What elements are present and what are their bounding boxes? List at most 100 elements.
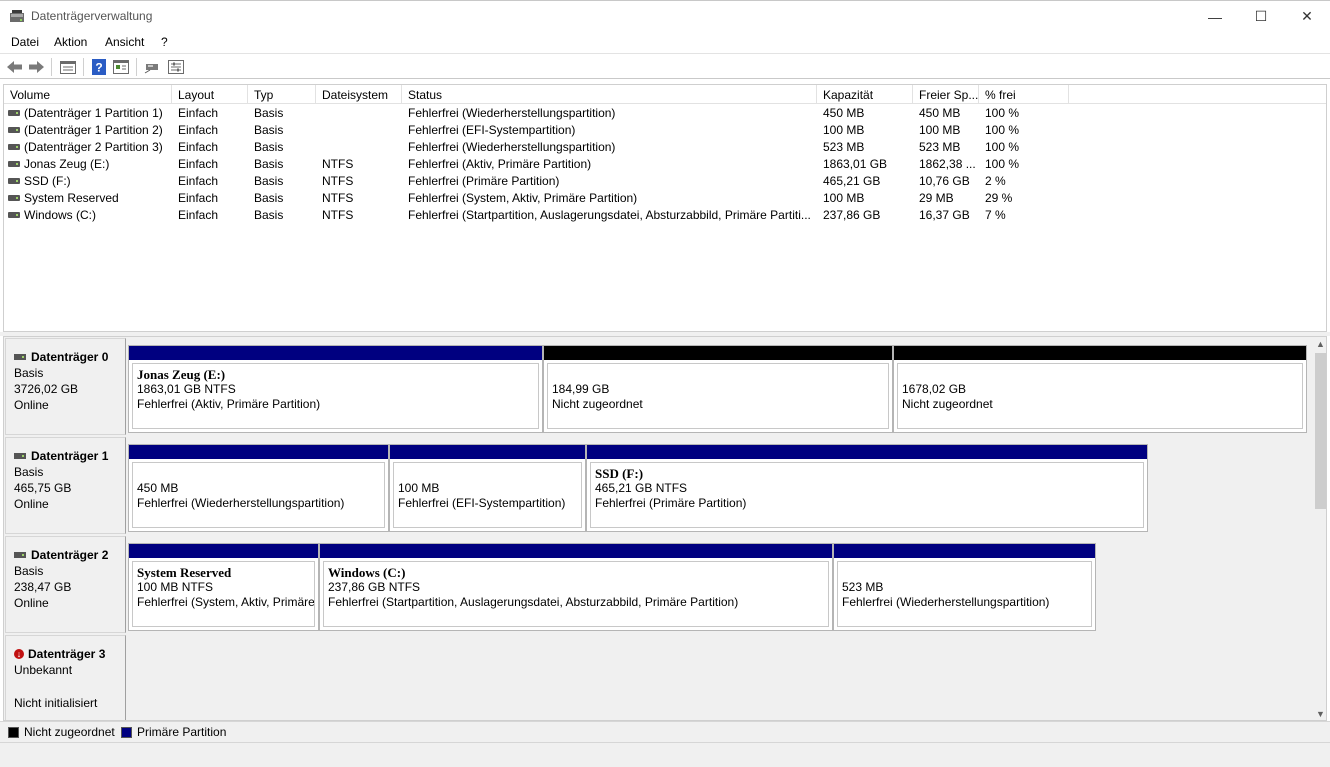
partition-details: 1678,02 GB Nicht zugeordnet [897,363,1303,429]
disk-label[interactable]: Datenträger 2 Basis 238,47 GB Online [5,536,126,633]
back-arrow-icon [6,61,22,73]
volume-cell-typ: Basis [254,140,284,154]
column-header-layout[interactable]: Layout [172,85,248,104]
disk-size: 465,75 GB [14,481,72,495]
column-header-status[interactable]: Status [402,85,817,104]
menu-ansicht[interactable]: Ansicht [105,35,144,49]
connect-icon [144,64,158,74]
partition-size: 465,21 GB NTFS [595,481,688,495]
volume-drive-icon [8,110,20,116]
column-header-kapazitaet[interactable]: Kapazität [817,85,913,104]
svg-text:?: ? [95,61,102,75]
unallocated-region[interactable]: 1678,02 GB Nicht zugeordnet [893,345,1307,433]
volume-drive-icon [8,161,20,167]
disk-name: Datenträger 2 [14,548,125,562]
menu-help[interactable]: ? [161,35,168,49]
legend-unallocated-label: Nicht zugeordnet [24,725,115,739]
disk-name-text: Datenträger 1 [31,449,109,463]
legend-bar: Nicht zugeordnet Primäre Partition [0,721,1330,742]
disk-error-icon: ↓ [14,649,24,659]
menu-aktion[interactable]: Aktion [54,35,87,49]
partition-details: SSD (F:) 465,21 GB NTFS Fehlerfrei (Primär… [590,462,1144,528]
partition-status: Fehlerfrei (Primäre Partition) [595,496,747,510]
disk-label[interactable]: ↓ Datenträger 3 Unbekannt Nicht initialisie… [5,635,126,720]
partition-block[interactable]: 100 MB Fehlerfrei (EFI-Systempartition) [389,444,586,532]
vertical-scrollbar[interactable]: ▲ ▼ [1313,337,1326,720]
disk-label[interactable]: Datenträger 1 Basis 465,75 GB Online [5,437,126,534]
scroll-thumb[interactable] [1315,353,1326,509]
volume-cell-typ: Basis [254,106,284,120]
volume-drive-icon [8,195,20,201]
legend-unallocated: Nicht zugeordnet [8,725,115,739]
back-button[interactable] [5,58,23,76]
partition-name [137,466,384,481]
volume-drive-icon [8,212,20,218]
maximize-button[interactable]: ☐ [1238,1,1284,32]
disk-list-button[interactable] [59,58,77,76]
volume-row[interactable]: SSD (F:) Einfach Basis NTFS Fehlerfrei (Prim… [4,173,1326,190]
volume-cell-freier-speicher: 29 MB [919,191,954,205]
disk-type: Basis [14,366,44,380]
volume-cell-status: Fehlerfrei (EFI-Systempartition) [408,123,576,137]
volume-row[interactable]: (Datenträger 1 Partition 1) Einfach Basis F… [4,105,1326,122]
volume-cell-layout: Einfach [178,140,219,154]
disk-label[interactable]: Datenträger 0 Basis 3726,02 GB Online [5,338,126,435]
minimize-button[interactable]: — [1192,1,1238,32]
properties-button[interactable] [112,58,130,76]
column-header-volume[interactable]: Volume [4,85,172,104]
partition-block[interactable]: Windows (C:) 237,86 GB NTFS Fehlerfrei (St… [319,543,833,631]
volume-row[interactable]: Jonas Zeug (E:) Einfach Basis NTFS Fehlerfre… [4,156,1326,173]
disk-type: Basis [14,465,44,479]
scroll-down-icon[interactable]: ▼ [1315,709,1326,720]
volume-row[interactable]: System Reserved Einfach Basis NTFS Fehlerfre… [4,190,1326,207]
volume-row[interactable]: Windows (C:) Einfach Basis NTFS Fehlerfrei (… [4,207,1326,224]
partition-block[interactable]: 523 MB Fehlerfrei (Wiederherstellungspart… [833,543,1096,631]
partition-details: Jonas Zeug (E:) 1863,01 GB NTFS Fehlerfrei… [132,363,539,429]
volume-cell-prozent-frei: 7 % [985,208,1006,222]
column-header-dateisystem[interactable]: Dateisystem [316,85,402,104]
partition-status: Fehlerfrei (EFI-Systempartition) [398,496,566,510]
partition-block[interactable]: Jonas Zeug (E:) 1863,01 GB NTFS Fehlerfrei… [128,345,543,433]
menu-datei[interactable]: Datei [11,35,39,49]
disk-name: ↓ Datenträger 3 [14,647,125,661]
connect-button[interactable] [143,58,161,76]
volume-row[interactable]: (Datenträger 2 Partition 3) Einfach Basis F… [4,139,1326,156]
volume-cell-kapazitaet: 100 MB [823,123,865,137]
volume-drive-icon [8,144,20,150]
toolbar-separator [136,58,137,76]
volume-cell-layout: Einfach [178,191,219,205]
partition-name [552,367,888,382]
partition-color-bar [129,346,542,360]
volume-cell-typ: Basis [254,191,284,205]
unallocated-region[interactable]: 184,99 GB Nicht zugeordnet [543,345,893,433]
scroll-up-icon[interactable]: ▲ [1315,339,1326,350]
disk-size: 238,47 GB [14,580,72,594]
help-button[interactable]: ? [90,58,108,76]
help-icon: ? [92,59,106,75]
close-button[interactable]: ✕ [1284,1,1330,32]
volume-list-header: Volume Layout Typ Dateisystem Status Kap… [4,85,1326,104]
volume-cell-freier-speicher: 16,37 GB [919,208,970,222]
column-header-prozent-frei[interactable]: % frei [979,85,1069,104]
partition-block[interactable]: SSD (F:) 465,21 GB NTFS Fehlerfrei (Primär… [586,444,1148,532]
disk-row: Datenträger 2 Basis 238,47 GB Online System … [4,535,1310,634]
volume-cell-volume: Windows (C:) [24,208,97,222]
partition-block[interactable]: System Reserved 100 MB NTFS Fehlerfrei (Sy… [128,543,319,631]
disk-icon [14,354,26,360]
disk-map-panel: Datenträger 0 Basis 3726,02 GB Online Jonas … [3,336,1327,721]
volume-row[interactable]: (Datenträger 1 Partition 2) Einfach Basis F… [4,122,1326,139]
column-header-typ[interactable]: Typ [248,85,316,104]
partition-color-bar [129,544,318,558]
settings-button[interactable] [167,58,185,76]
partition-status: Fehlerfrei (Startpartition, Auslagerungs… [328,595,739,609]
partition-size: 1863,01 GB NTFS [137,382,236,396]
partition-block[interactable]: 450 MB Fehlerfrei (Wiederherstellungspart… [128,444,389,532]
volume-cell-kapazitaet: 100 MB [823,191,865,205]
partition-name: Jonas Zeug (E:) [137,367,226,382]
column-header-freier-speicher[interactable]: Freier Sp... [913,85,979,104]
forward-button[interactable] [27,58,45,76]
disk-name: Datenträger 0 [14,350,125,364]
disk-size: 3726,02 GB [14,382,79,396]
menu-bar: Datei Aktion Ansicht ? [0,31,1330,53]
partition-name: System Reserved [137,565,232,580]
